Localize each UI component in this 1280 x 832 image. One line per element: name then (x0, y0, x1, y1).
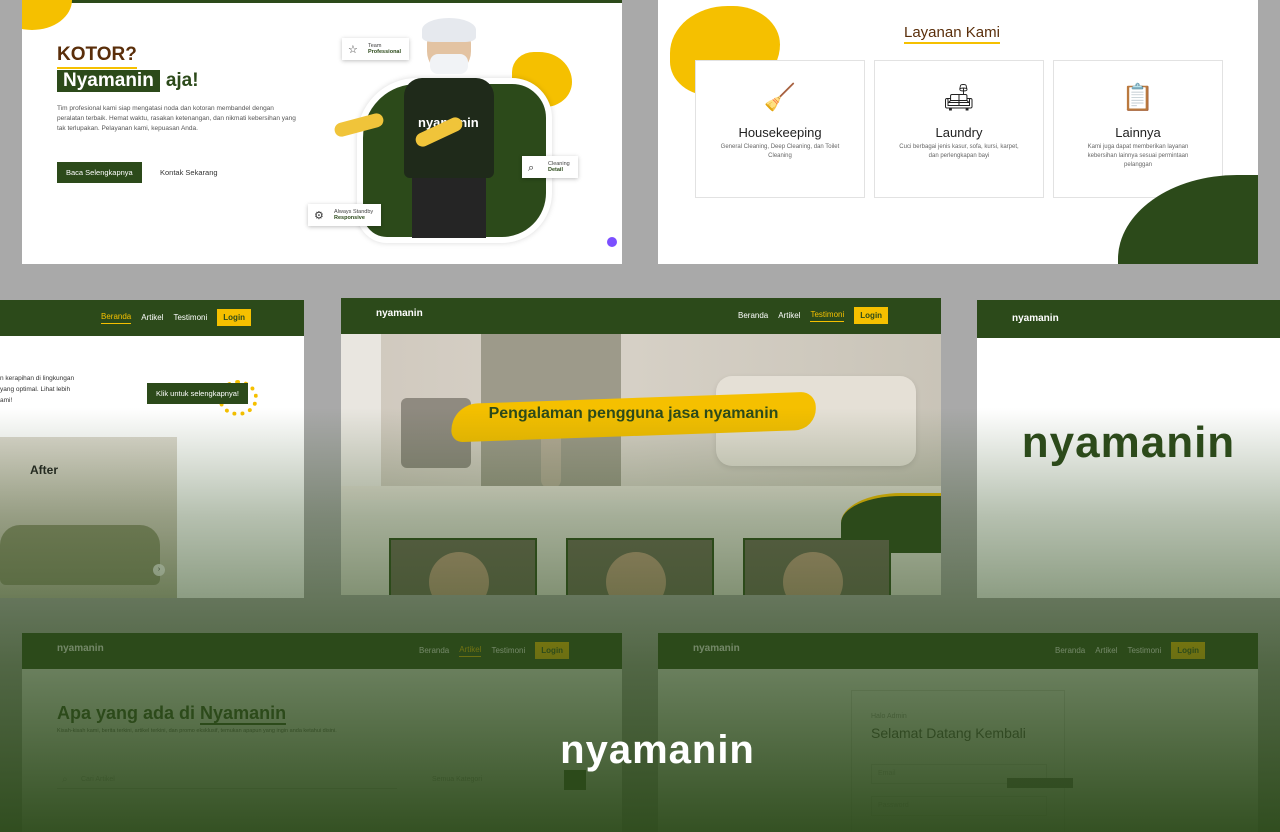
services-title: Layanan Kami (904, 24, 1000, 44)
before-after-panel: Beranda Artikel Testimoni Login n kerapi… (0, 300, 304, 598)
contact-link[interactable]: Kontak Sekarang (160, 168, 218, 177)
testimonial-thumb[interactable] (389, 538, 537, 595)
intro-text: n kerapihan di lingkungan yang optimal. … (0, 375, 75, 404)
tag-professional: ☆ Team Professional (342, 38, 410, 60)
hero-line1: KOTOR? (57, 44, 137, 69)
hero-line2-rest: aja! (165, 70, 199, 91)
nav-testimonials[interactable]: Testimoni (173, 313, 207, 322)
hero-description: Tim profesional kami siap mengatasi noda… (57, 105, 296, 132)
nav-home[interactable]: Beranda (738, 311, 768, 320)
service-card-housekeeping[interactable]: 🧹 Housekeeping General Cleaning, Deep Cl… (695, 60, 865, 198)
nav-articles[interactable]: Artikel (778, 311, 800, 320)
tag-responsive: ⚙ Always Standby Responsive (308, 204, 382, 226)
see-more-button[interactable]: Klik untuk selengkapnya! (147, 383, 248, 404)
checklist-icon: 📋 (1121, 82, 1155, 112)
hero-line2: Nyamanin aja! (57, 70, 199, 92)
tooltip (1007, 778, 1073, 788)
login-greeting: Halo Admin (871, 713, 907, 720)
hero-panel: KOTOR? Nyamanin aja! Tim profesional kam… (22, 0, 622, 264)
nav-home[interactable]: Beranda (101, 312, 132, 324)
service-name: Lainnya (1115, 125, 1161, 140)
filter-button[interactable] (564, 770, 586, 790)
services-panel: Layanan Kami 🧹 Housekeeping General Clea… (658, 0, 1258, 264)
nav-testimonials[interactable]: Testimoni (1127, 646, 1161, 655)
login-button[interactable]: Login (1171, 642, 1206, 659)
tag-detail: ⌕ Cleaning Detail (522, 156, 578, 178)
navbar: Beranda Artikel Testimoni Login (0, 300, 304, 336)
chevron-right-icon[interactable]: › (153, 564, 165, 576)
search-icon: ⌕ (62, 774, 68, 785)
nav-testimonials[interactable]: Testimoni (491, 646, 525, 655)
login-button[interactable]: Login (854, 307, 889, 324)
navbar: nyamanin (977, 300, 1280, 338)
brand-logo[interactable]: nyamanin (693, 643, 740, 654)
sofa-icon: 🛋 (942, 82, 976, 112)
service-desc: Cuci berbagai jenis kasur, sofa, kursi, … (899, 144, 1019, 159)
big-logo: nyamanin (1021, 418, 1236, 467)
nav-articles[interactable]: Artikel (459, 645, 482, 657)
top-bar (22, 0, 622, 3)
navbar: nyamanin Beranda Artikel Testimoni Login (341, 298, 941, 334)
navbar: nyamanin Beranda Artikel Testimoni Login (22, 633, 622, 669)
category-filter[interactable]: Semua Kategori (432, 776, 482, 783)
articles-heading: Apa yang ada di Nyamanin (57, 703, 287, 725)
hero-brand-box: Nyamanin (57, 70, 160, 92)
service-name: Laundry (935, 125, 983, 140)
nav-links: Beranda Artikel Testimoni Login (1055, 642, 1206, 659)
nav-articles[interactable]: Artikel (1095, 646, 1117, 655)
gear-icon: ⚙ (314, 210, 324, 222)
logo-panel: nyamanin nyamanin (977, 300, 1280, 598)
yellow-blob (22, 0, 72, 30)
testimonial-thumb[interactable] (566, 538, 714, 595)
navbar: nyamanin Beranda Artikel Testimoni Login (658, 633, 1258, 669)
chat-bubble-icon[interactable] (607, 237, 617, 247)
nav-links: Beranda Artikel Testimoni Login (101, 309, 252, 326)
overlay-logo: nyamanin (560, 728, 755, 772)
search-input[interactable]: ⌕ Cari Artikel (57, 773, 397, 789)
nav-home[interactable]: Beranda (1055, 646, 1085, 655)
password-field[interactable]: Password (871, 796, 1047, 816)
testimonial-banner: Pengalaman pengguna jasa nyamanin (488, 405, 779, 422)
read-more-button[interactable]: Baca Selengkapnya (57, 162, 142, 183)
brand-logo[interactable]: nyamanin (376, 308, 423, 319)
brand-logo[interactable]: nyamanin (57, 643, 104, 654)
search-icon: ⌕ (528, 162, 535, 174)
service-card-other[interactable]: 📋 Lainnya Kami juga dapat memberikan lay… (1053, 60, 1223, 198)
login-button[interactable]: Login (217, 309, 252, 326)
star-icon: ☆ (348, 44, 358, 56)
nav-links: Beranda Artikel Testimoni Login (738, 307, 889, 324)
brand-logo[interactable]: nyamanin (1012, 313, 1059, 324)
nav-home[interactable]: Beranda (419, 646, 449, 655)
service-desc: General Cleaning, Deep Cleaning, dan Toi… (720, 144, 840, 159)
nav-articles[interactable]: Artikel (141, 313, 163, 322)
login-button[interactable]: Login (535, 642, 570, 659)
testimonial-panel: nyamanin Beranda Artikel Testimoni Login… (341, 298, 941, 595)
nav-testimonials[interactable]: Testimoni (810, 310, 845, 322)
cleaner-icon: 🧹 (763, 82, 797, 112)
service-name: Housekeeping (738, 125, 822, 140)
after-label: After (30, 463, 59, 477)
service-desc: Kami juga dapat memberikan layanan keber… (1087, 144, 1189, 168)
sofa-image (0, 525, 160, 585)
service-card-laundry[interactable]: 🛋 Laundry Cuci berbagai jenis kasur, sof… (874, 60, 1044, 198)
testimonial-thumb[interactable] (743, 538, 891, 595)
nav-links: Beranda Artikel Testimoni Login (419, 642, 570, 659)
